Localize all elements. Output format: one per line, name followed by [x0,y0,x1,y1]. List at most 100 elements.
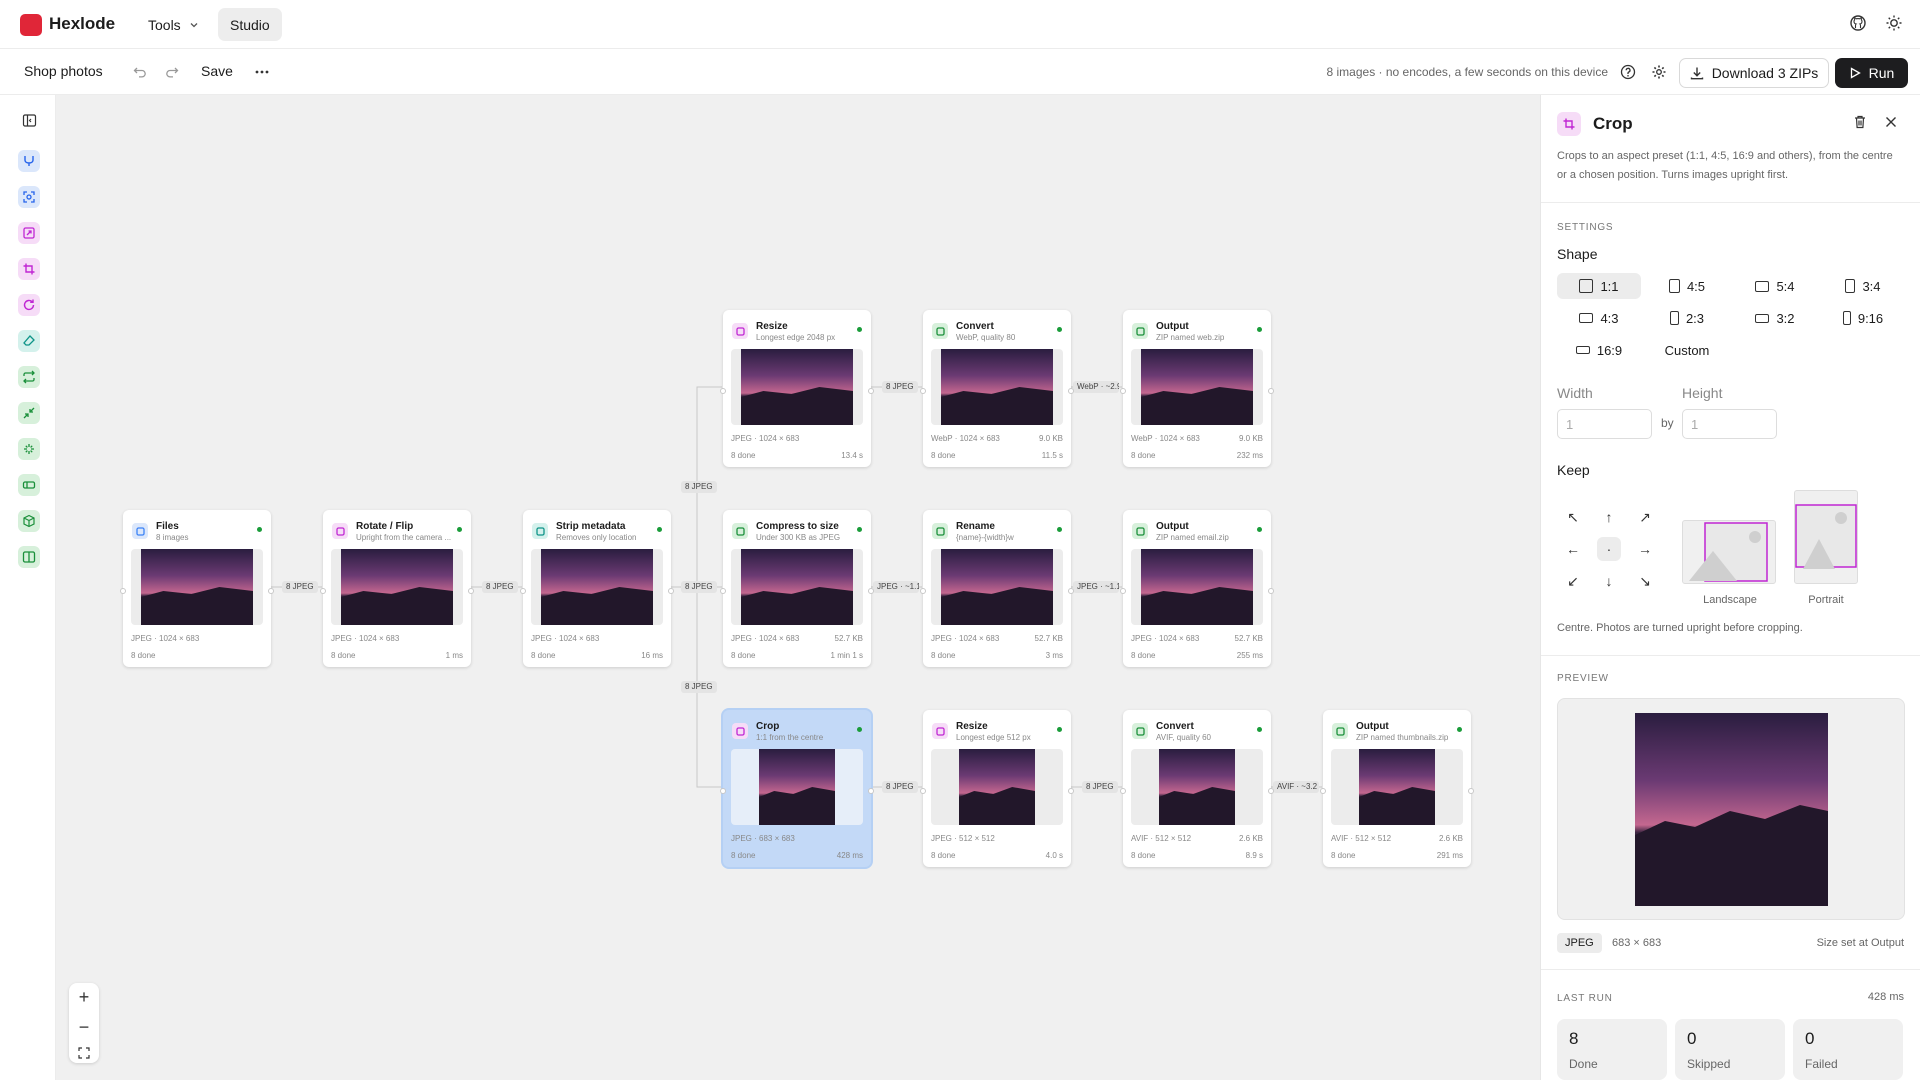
shape-option-4-5[interactable]: 4:5 [1645,273,1729,299]
pipeline-node[interactable]: Convert AVIF, quality 60 AVIF · 512 × 51… [1120,710,1274,867]
portrait-preview-icon[interactable] [1794,490,1858,584]
pipeline-node[interactable]: Output ZIP named thumbnails.zip AVIF · 5… [1320,710,1474,867]
settings-gear-icon[interactable] [1648,61,1670,83]
anchor-centre-icon[interactable]: · [1597,537,1621,561]
node-output-port[interactable] [1268,588,1274,594]
node-output-port[interactable] [868,788,874,794]
zoom-in-icon[interactable]: + [79,987,90,1008]
studio-tab[interactable]: Studio [218,8,282,41]
node-output-port[interactable] [1068,788,1074,794]
anchor-right-icon[interactable]: → [1635,539,1655,559]
node-input-port[interactable] [120,588,126,594]
node-time: 232 ms [1236,451,1263,460]
shape-option-custom[interactable]: Custom [1645,337,1729,363]
download-zips-button[interactable]: Download 3 ZIPs [1679,58,1829,88]
node-input-port[interactable] [1120,388,1126,394]
anchor-top-right-icon[interactable]: ↗ [1635,507,1655,527]
pipeline-node[interactable]: Rotate / Flip Upright from the camera ..… [320,510,474,667]
shape-option-16-9[interactable]: 16:9 [1557,337,1641,363]
pipeline-node[interactable]: Crop 1:1 from the centre JPEG · 683 × 68… [720,710,874,867]
shape-label: 3:2 [1776,310,1795,326]
node-output-port[interactable] [468,588,474,594]
shape-option-2-3[interactable]: 2:3 [1645,305,1729,331]
detect-tool-icon[interactable] [18,186,40,208]
node-input-port[interactable] [1120,788,1126,794]
shape-option-9-16[interactable]: 9:16 [1821,305,1905,331]
project-name[interactable]: Shop photos [24,63,103,79]
close-panel-icon[interactable] [1884,115,1898,129]
resize-tool-icon[interactable] [18,222,40,244]
node-input-port[interactable] [1320,788,1326,794]
shape-option-3-2[interactable]: 3:2 [1733,305,1817,331]
shape-option-1-1[interactable]: 1:1 [1557,273,1641,299]
node-output-port[interactable] [1068,388,1074,394]
anchor-left-icon[interactable]: ← [1563,539,1583,559]
node-input-port[interactable] [720,788,726,794]
anchor-bottom-left-icon[interactable]: ↙ [1563,571,1583,591]
pipeline-node[interactable]: Output ZIP named email.zip JPEG · 1024 ×… [1120,510,1274,667]
shape-option-3-4[interactable]: 3:4 [1821,273,1905,299]
undo-icon[interactable] [129,61,151,83]
toggle-sidebar-icon[interactable] [18,109,40,131]
node-output-port[interactable] [868,588,874,594]
node-input-port[interactable] [720,588,726,594]
node-output-port[interactable] [1068,588,1074,594]
width-field[interactable]: 1 [1557,409,1652,439]
help-icon[interactable] [1617,61,1639,83]
shape-option-4-3[interactable]: 4:3 [1557,305,1641,331]
compress-tool-icon[interactable] [18,402,40,424]
fit-view-icon[interactable] [78,1047,90,1059]
height-field[interactable]: 1 [1682,409,1777,439]
pipeline-node[interactable]: Files 8 images JPEG · 1024 × 683 8 done [120,510,274,667]
shape-option-5-4[interactable]: 5:4 [1733,273,1817,299]
node-input-port[interactable] [720,388,726,394]
node-type-icon [532,523,548,539]
theme-toggle-sun-icon[interactable] [1885,14,1905,34]
node-input-port[interactable] [920,788,926,794]
zoom-out-icon[interactable]: − [79,1017,90,1038]
stat-label: Failed [1805,1057,1838,1071]
crop-tool-icon[interactable] [18,258,40,280]
stat-value: 8 [1569,1029,1579,1048]
node-output-port[interactable] [1268,788,1274,794]
redo-icon[interactable] [161,61,183,83]
node-output-port[interactable] [868,388,874,394]
github-icon[interactable] [1849,14,1869,34]
anchor-top-left-icon[interactable]: ↖ [1563,507,1583,527]
node-output-port[interactable] [1468,788,1474,794]
rotate-tool-icon[interactable] [18,294,40,316]
anchor-bottom-icon[interactable]: ↓ [1599,571,1619,591]
landscape-preview-icon[interactable] [1682,520,1776,584]
node-input-port[interactable] [920,388,926,394]
anchor-top-icon[interactable]: ↑ [1599,507,1619,527]
convert-tool-icon[interactable] [18,366,40,388]
branch-tool-icon[interactable] [18,150,40,172]
node-input-port[interactable] [920,588,926,594]
output-package-tool-icon[interactable] [18,510,40,532]
node-done: 8 done [931,451,956,460]
pipeline-node[interactable]: Compress to size Under 300 KB as JPEG JP… [720,510,874,667]
node-output-port[interactable] [1268,388,1274,394]
node-input-port[interactable] [1120,588,1126,594]
pipeline-node[interactable]: Resize Longest edge 2048 px JPEG · 1024 … [720,310,874,467]
rename-tool-icon[interactable] [18,474,40,496]
erase-metadata-tool-icon[interactable] [18,330,40,352]
anchor-bottom-right-icon[interactable]: ↘ [1635,571,1655,591]
save-button[interactable]: Save [201,63,233,79]
tools-menu[interactable]: Tools [138,9,209,41]
pipeline-node[interactable]: Resize Longest edge 512 px JPEG · 512 × … [920,710,1074,867]
pipeline-node[interactable]: Convert WebP, quality 80 WebP · 1024 × 6… [920,310,1074,467]
node-input-port[interactable] [320,588,326,594]
delete-node-trash-icon[interactable] [1852,114,1868,130]
compare-tool-icon[interactable] [18,546,40,568]
node-input-port[interactable] [520,588,526,594]
more-options-icon[interactable] [251,61,273,83]
pipeline-node[interactable]: Rename {name}-{width}w JPEG · 1024 × 683… [920,510,1074,667]
pipeline-node[interactable]: Output ZIP named web.zip WebP · 1024 × 6… [1120,310,1274,467]
pipeline-node[interactable]: Strip metadata Removes only location JPE… [520,510,674,667]
pipeline-canvas[interactable]: 8 JPEG 8 JPEG 8 JPEG 8 JPEG 8 JPEG 8 JPE… [56,95,1540,1080]
node-output-port[interactable] [668,588,674,594]
effects-tool-icon[interactable] [18,438,40,460]
node-output-port[interactable] [268,588,274,594]
run-button[interactable]: Run [1835,58,1908,88]
